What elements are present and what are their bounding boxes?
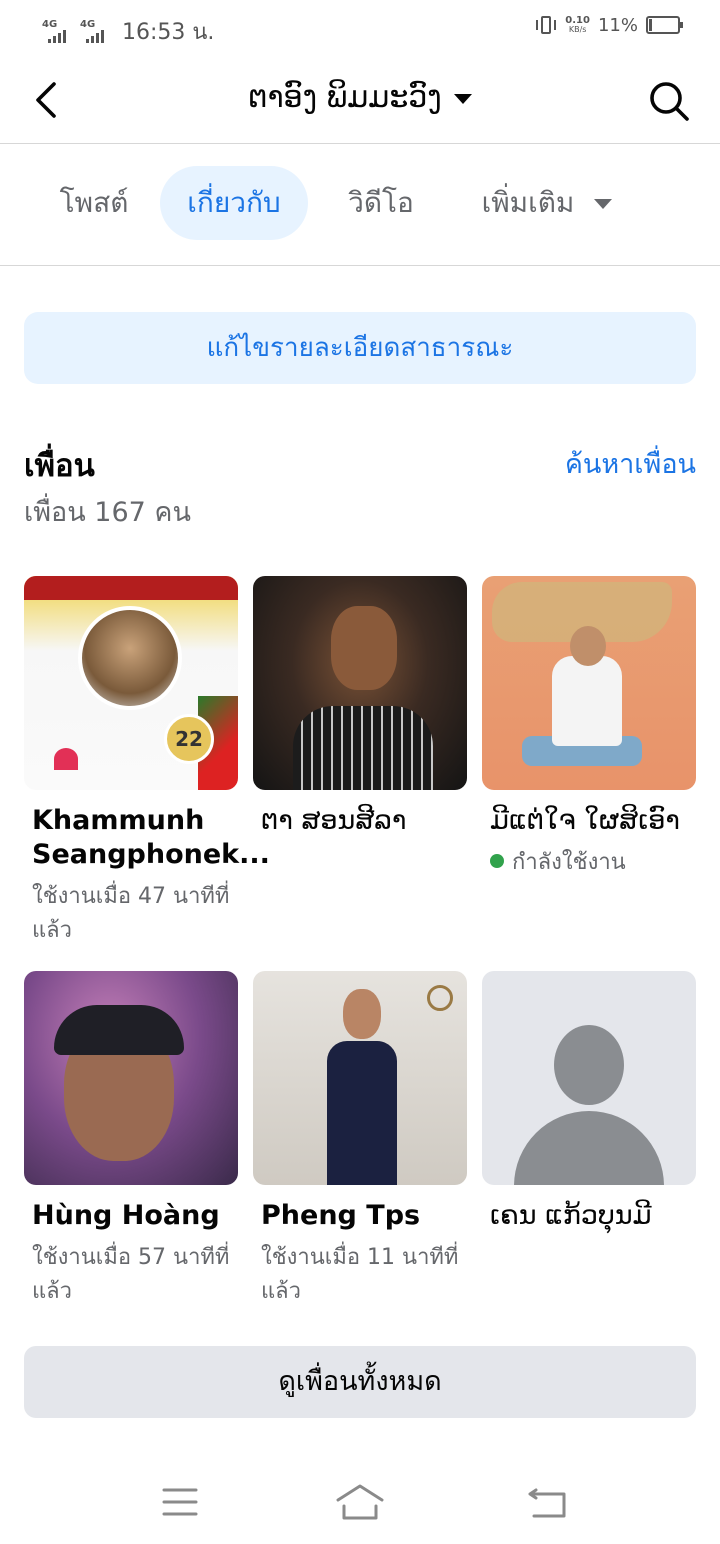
tab-label: วิดีโอ (348, 186, 414, 219)
avatar-head-icon (554, 1025, 624, 1105)
friend-card[interactable]: 22 Khammunh Seangphonek... ใช้งานเมื่อ 4… (24, 576, 270, 948)
friends-section-title: เพื่อน (24, 448, 95, 484)
friend-online-status: กำลังใช้งาน (482, 846, 696, 880)
caret-down-icon (453, 93, 472, 104)
online-status-text: กำลังใช้งาน (512, 850, 626, 875)
profile-name-dropdown[interactable]: ຕາອົງ ພິມມະວົງ (0, 80, 720, 115)
see-all-friends-button[interactable]: ดูเพื่อนทั้งหมด (24, 1346, 696, 1418)
search-icon (650, 82, 689, 121)
network-speed: 0.10 KB/s (565, 15, 590, 35)
tab-videos[interactable]: วิดีโอ (326, 166, 436, 240)
recents-button[interactable] (150, 1478, 210, 1526)
friend-name[interactable]: ມີແຕ່ໃຈ ໃຜສິເອົາ (482, 804, 696, 838)
friend-photo[interactable]: 22 (24, 576, 238, 790)
battery-percent: 11% (597, 14, 638, 36)
status-bar: 4G 4G 16:53 น. 0.10 KB/s 11% (0, 0, 720, 58)
status-time: 16:53 น. (122, 20, 215, 45)
friend-photo[interactable] (253, 971, 467, 1185)
caret-down-icon (594, 199, 613, 209)
friend-name[interactable]: ເຄນ ແກ້ວບຸນມີ (482, 1199, 696, 1233)
heart-icon (54, 748, 78, 770)
system-back-button[interactable] (518, 1478, 578, 1526)
friend-status: ใช้งานเมื่อ 47 นาทีที่แล้ว (32, 884, 230, 943)
signal-icon-1: 4G (42, 19, 74, 45)
tab-label: เพิ่มเติม (481, 186, 575, 219)
home-icon (336, 1484, 384, 1520)
menu-icon (162, 1488, 198, 1516)
friend-photo[interactable] (24, 971, 238, 1185)
friend-photo[interactable] (482, 576, 696, 790)
speed-unit: KB/s (568, 25, 587, 34)
friend-name[interactable]: Khammunh Seangphonek... (24, 804, 270, 872)
network-type-2: 4G (80, 18, 96, 30)
friend-photo[interactable] (253, 576, 467, 790)
friend-name[interactable]: Pheng Tps (253, 1199, 467, 1233)
default-avatar[interactable] (482, 971, 696, 1185)
edit-public-details-button[interactable]: แก้ไขรายละเอียดสาธารณะ (24, 312, 696, 384)
system-navigation-bar (0, 1460, 720, 1544)
tab-label: โพสต์ (59, 186, 129, 219)
friend-card[interactable]: Pheng Tps ใช้งานเมื่อ 11 นาทีที่แล้ว (253, 971, 467, 1309)
tab-more[interactable]: เพิ่มเติม (462, 166, 632, 240)
friend-status: ใช้งานเมื่อ 57 นาทีที่แล้ว (32, 1245, 230, 1304)
battery-icon (646, 16, 683, 34)
profile-tabs: โพสต์ เกี่ยวกับ วิดีโอ เพิ่มเติม (0, 144, 720, 266)
tab-posts[interactable]: โพสต์ (34, 166, 154, 240)
friends-count: เพื่อน 167 คน (24, 497, 191, 528)
anniversary-badge: 22 (164, 714, 214, 764)
profile-header: ຕາອົງ ພິມມະວົງ (0, 58, 720, 144)
tab-about[interactable]: เกี่ยวกับ (160, 166, 308, 240)
friend-status: ใช้งานเมื่อ 11 นาทีที่แล้ว (261, 1245, 459, 1304)
tab-label: เกี่ยวกับ (187, 186, 281, 219)
back-arrow-icon (528, 1488, 566, 1518)
search-button[interactable] (648, 80, 690, 122)
battery-fill (649, 19, 652, 31)
friend-card[interactable]: ມີແຕ່ໃຈ ໃຜສິເອົາ กำลังใช้งาน (482, 576, 696, 880)
friend-card[interactable]: Hùng Hoàng ใช้งานเมื่อ 57 นาทีที่แล้ว (24, 971, 238, 1309)
vibrate-icon (535, 14, 557, 36)
friend-name[interactable]: Hùng Hoàng (24, 1199, 238, 1233)
avatar-body-icon (514, 1111, 664, 1185)
friend-card[interactable]: ຕາ ສອນສີລາ (253, 576, 467, 838)
network-type-1: 4G (42, 18, 58, 30)
home-button[interactable] (330, 1478, 390, 1526)
profile-name: ຕາອົງ ພິມມະວົງ (248, 80, 442, 115)
signal-icon-2: 4G (80, 19, 112, 45)
speed-value: 0.10 (565, 15, 590, 26)
online-dot-icon (490, 854, 504, 868)
find-friends-link[interactable]: ค้นหาเพื่อน (565, 442, 696, 485)
clock-decoration (427, 985, 453, 1011)
friend-card[interactable]: ເຄນ ແກ້ວບຸນມີ (482, 971, 696, 1233)
friend-name[interactable]: ຕາ ສອນສີລາ (253, 804, 467, 838)
